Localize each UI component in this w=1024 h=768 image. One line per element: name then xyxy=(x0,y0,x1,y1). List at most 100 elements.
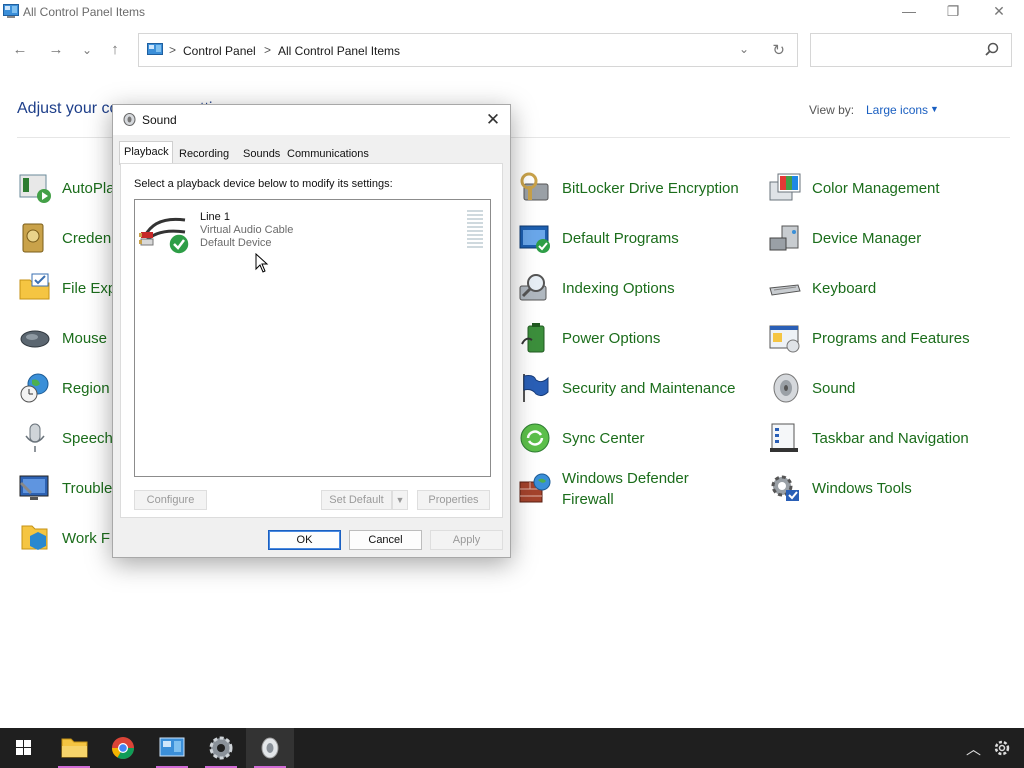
taskbar-chrome[interactable] xyxy=(99,728,147,768)
dialog-titlebar[interactable]: Sound ✕ xyxy=(113,105,510,135)
windows-logo-icon xyxy=(16,740,31,755)
cp-item-label: Work F xyxy=(62,530,111,547)
device-list[interactable]: Line 1 Virtual Audio Cable Default Devic… xyxy=(134,199,491,477)
ok-button[interactable]: OK xyxy=(268,530,341,550)
chevron-down-icon[interactable]: ⌄ xyxy=(739,42,749,56)
taskbar-control-panel[interactable] xyxy=(148,728,196,768)
cp-item-label: Windows Tools xyxy=(812,480,912,497)
cp-item-default-programs[interactable]: Default Programs xyxy=(518,218,758,258)
refresh-icon[interactable]: ↻ xyxy=(772,41,785,59)
file-explorer-icon xyxy=(61,738,88,758)
device-status: Default Device xyxy=(200,237,272,249)
cp-item-label: Indexing Options xyxy=(562,280,675,297)
search-icon[interactable] xyxy=(985,42,999,56)
start-button[interactable] xyxy=(0,728,48,768)
show-hidden-icons-chevron-icon[interactable]: ︿ xyxy=(966,738,981,759)
sound-icon xyxy=(773,373,799,403)
breadcrumb-separator: > xyxy=(169,43,177,57)
cp-item-label: Mouse xyxy=(62,330,108,347)
instruction-text: Select a playback device below to modify… xyxy=(134,178,393,190)
window-titlebar: All Control Panel Items — ❐ ✕ xyxy=(0,0,1024,24)
list-item-device[interactable]: Line 1 Virtual Audio Cable Default Devic… xyxy=(139,208,483,258)
cp-item-security-maintenance[interactable]: Security and Maintenance xyxy=(518,368,758,408)
cp-item-label: Sync Center xyxy=(562,430,645,447)
firewall-icon xyxy=(519,473,551,503)
work-folders-icon xyxy=(21,525,48,550)
security-flag-icon xyxy=(523,374,549,402)
tab-sounds[interactable]: Sounds xyxy=(239,143,284,165)
cp-item-label: Region xyxy=(62,380,110,397)
recent-locations-button[interactable]: ⌄ xyxy=(77,40,97,60)
control-panel-icon xyxy=(3,4,19,18)
up-button[interactable]: ↑ xyxy=(105,40,125,60)
cp-item-color-management[interactable]: Color Management xyxy=(768,168,1008,208)
bitlocker-icon xyxy=(520,172,549,201)
caret-down-icon[interactable]: ▼ xyxy=(930,104,939,114)
credential-manager-icon xyxy=(22,223,44,253)
cp-item-label: AutoPla xyxy=(62,180,115,197)
chrome-icon xyxy=(112,737,134,759)
mouse-icon xyxy=(20,330,50,348)
cp-item-windows-defender-firewall[interactable]: Windows Defender Firewall xyxy=(518,468,758,508)
cp-item-taskbar-navigation[interactable]: Taskbar and Navigation xyxy=(768,418,1008,458)
apply-button[interactable]: Apply xyxy=(430,530,503,550)
gear-icon[interactable] xyxy=(993,739,1011,757)
tab-playback[interactable]: Playback xyxy=(119,141,173,165)
cp-item-keyboard[interactable]: Keyboard xyxy=(768,268,1008,308)
address-bar[interactable]: > Control Panel > All Control Panel Item… xyxy=(138,33,798,67)
programs-features-icon xyxy=(769,325,800,353)
default-programs-icon xyxy=(519,225,550,253)
sound-icon xyxy=(261,737,279,759)
cp-item-bitlocker[interactable]: BitLocker Drive Encryption xyxy=(518,168,758,208)
cp-item-sound[interactable]: Sound xyxy=(768,368,1008,408)
cp-item-sync-center[interactable]: Sync Center xyxy=(518,418,758,458)
back-button[interactable]: ← xyxy=(10,40,30,60)
page-title: Adjust your co xyxy=(17,100,119,117)
cp-item-label: Taskbar and Navigation xyxy=(812,430,969,447)
control-panel-icon xyxy=(159,737,185,757)
sound-dialog: Sound ✕ Playback Recording Sounds Commun… xyxy=(112,104,511,558)
taskbar-sound[interactable] xyxy=(246,728,294,768)
tab-recording[interactable]: Recording xyxy=(175,143,233,165)
minimize-button[interactable]: — xyxy=(894,2,924,22)
control-panel-icon xyxy=(147,43,163,55)
cp-item-power-options[interactable]: Power Options xyxy=(518,318,758,358)
taskbar-file-explorer[interactable] xyxy=(50,728,98,768)
search-input[interactable] xyxy=(810,33,1012,67)
cp-item-windows-tools[interactable]: Windows Tools xyxy=(768,468,1008,508)
properties-button[interactable]: Properties xyxy=(417,490,490,510)
volume-meter xyxy=(467,210,483,250)
cp-item-label: Speech xyxy=(62,430,113,447)
windows-tools-icon xyxy=(771,475,799,501)
forward-button[interactable]: → xyxy=(46,40,66,60)
power-icon xyxy=(521,323,545,353)
breadcrumb-all-items[interactable]: All Control Panel Items xyxy=(278,44,400,58)
set-default-button[interactable]: Set Default xyxy=(321,490,392,510)
settings-icon xyxy=(209,736,233,760)
view-by-label: View by: xyxy=(809,103,855,117)
cp-item-label: Programs and Features xyxy=(812,330,970,347)
cp-item-label: Color Management xyxy=(812,180,940,197)
breadcrumb-control-panel[interactable]: Control Panel xyxy=(183,44,256,58)
cp-item-device-manager[interactable]: Device Manager xyxy=(768,218,1008,258)
restore-button[interactable]: ❐ xyxy=(938,2,968,22)
cancel-button[interactable]: Cancel xyxy=(349,530,422,550)
troubleshooting-icon xyxy=(19,475,49,500)
close-button[interactable]: ✕ xyxy=(984,2,1014,22)
cp-item-label: Device Manager xyxy=(812,230,922,247)
audio-cable-icon xyxy=(139,217,190,255)
device-description: Virtual Audio Cable xyxy=(200,224,294,236)
view-by-dropdown[interactable]: Large icons xyxy=(866,103,928,117)
dialog-close-button[interactable]: ✕ xyxy=(484,110,502,130)
cp-item-label: BitLocker Drive Encryption xyxy=(562,180,739,197)
cp-item-label: Keyboard xyxy=(812,280,877,297)
cp-item-programs-features[interactable]: Programs and Features xyxy=(768,318,1008,358)
cp-item-indexing-options[interactable]: Indexing Options xyxy=(518,268,758,308)
tab-communications[interactable]: Communications xyxy=(283,143,373,165)
set-default-dropdown-icon[interactable]: ▼ xyxy=(392,490,408,510)
taskbar-settings[interactable] xyxy=(197,728,245,768)
cp-item-label: Trouble xyxy=(62,480,113,497)
configure-button[interactable]: Configure xyxy=(134,490,207,510)
mouse-cursor-icon xyxy=(255,253,269,273)
keyboard-icon xyxy=(769,284,801,296)
